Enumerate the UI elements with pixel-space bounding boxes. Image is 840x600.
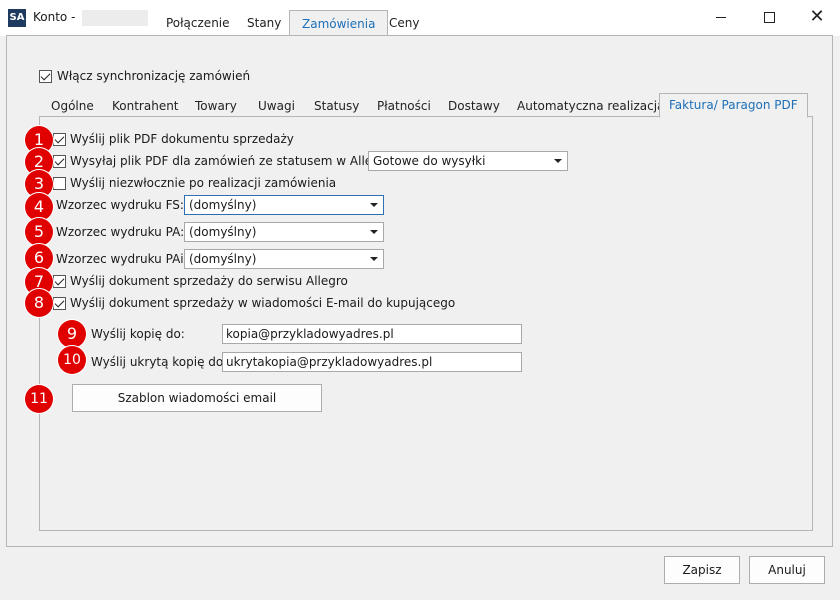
subtab-uwagi[interactable]: Uwagi [258,98,295,115]
template-pai-value: (domyślny) [189,252,257,266]
chevron-down-icon [370,257,378,261]
annotation-badge-9: 9 [58,320,86,348]
chevron-down-icon [370,230,378,234]
enable-sync-checkbox[interactable] [39,70,52,83]
send-allegro-label: Wyślij dokument sprzedaży do serwisu All… [70,274,348,288]
app-icon: SA [8,9,26,27]
cc-email-field[interactable]: kopia@przykladowyadres.pl [222,324,522,344]
send-immediately-checkbox[interactable] [53,177,66,190]
email-template-button[interactable]: Szablon wiadomości email [72,384,322,412]
template-pai-label: Wzorzec wydruku PAi: [56,252,188,266]
close-icon: ✕ [809,6,825,27]
cc-label: Wyślij kopię do: [91,327,185,341]
annotation-badge-5: 5 [25,218,53,246]
maximize-icon [763,11,775,23]
template-fs-select[interactable]: (domyślny) [184,195,384,215]
tab-zamowienia[interactable]: Zamówienia [289,10,389,37]
subtab-towary[interactable]: Towary [195,98,237,115]
template-pai-select[interactable]: (domyślny) [184,249,384,269]
redacted-account-name [82,10,148,26]
template-pa-label: Wzorzec wydruku PA: [56,225,185,239]
tab-ceny[interactable]: Ceny [377,12,431,35]
allegro-status-value: Gotowe do wysyłki [373,154,486,168]
subtab-kontrahent[interactable]: Kontrahent [112,98,179,115]
subtab-statusy[interactable]: Statusy [314,98,359,115]
save-button[interactable]: Zapisz [664,556,740,584]
subtab-automatyczna-realizacja[interactable]: Automatyczna realizacja [517,98,664,115]
send-pdf-checkbox[interactable] [53,133,66,146]
chevron-down-icon [554,159,562,163]
minimize-button[interactable] [698,0,744,34]
subtab-faktura-paragon-pdf[interactable]: Faktura/ Paragon PDF [659,93,808,118]
annotation-badge-8: 8 [25,289,53,317]
send-pdf-label: Wyślij plik PDF dokumentu sprzedaży [70,132,294,146]
annotation-badge-10: 10 [58,346,86,374]
bcc-label: Wyślij ukrytą kopię do: [91,355,228,369]
maximize-button[interactable] [746,0,792,34]
send-email-checkbox[interactable] [53,297,66,310]
send-immediately-label: Wyślij niezwłocznie po realizacji zamówi… [70,176,337,190]
send-pdf-status-label: Wysyłaj plik PDF dla zamówień ze statuse… [70,154,396,168]
send-allegro-checkbox[interactable] [53,275,66,288]
template-fs-label: Wzorzec wydruku FS: [56,198,184,212]
chevron-down-icon [370,203,378,207]
send-pdf-status-checkbox[interactable] [53,155,66,168]
subtab-ogolne[interactable]: Ogólne [51,98,94,115]
tab-stany[interactable]: Stany [235,12,293,35]
template-pa-select[interactable]: (domyślny) [184,222,384,242]
minimize-icon [716,16,726,18]
template-fs-value: (domyślny) [189,198,257,212]
close-button[interactable]: ✕ [794,0,840,34]
allegro-status-select[interactable]: Gotowe do wysyłki [368,151,568,171]
send-email-label: Wyślij dokument sprzedaży w wiadomości E… [70,296,456,310]
window-title: Konto - [33,10,76,24]
subtab-dostawy[interactable]: Dostawy [448,98,500,115]
annotation-badge-4: 4 [25,193,53,221]
cancel-button[interactable]: Anuluj [749,556,825,584]
annotation-badge-11: 11 [25,385,53,413]
subtab-platnosci[interactable]: Płatności [377,98,431,115]
template-pa-value: (domyślny) [189,225,257,239]
enable-sync-label: Włącz synchronizację zamówień [57,69,251,83]
tab-polaczenie[interactable]: Połączenie [154,12,242,35]
bcc-email-field[interactable]: ukrytakopia@przykladowyadres.pl [222,352,522,372]
